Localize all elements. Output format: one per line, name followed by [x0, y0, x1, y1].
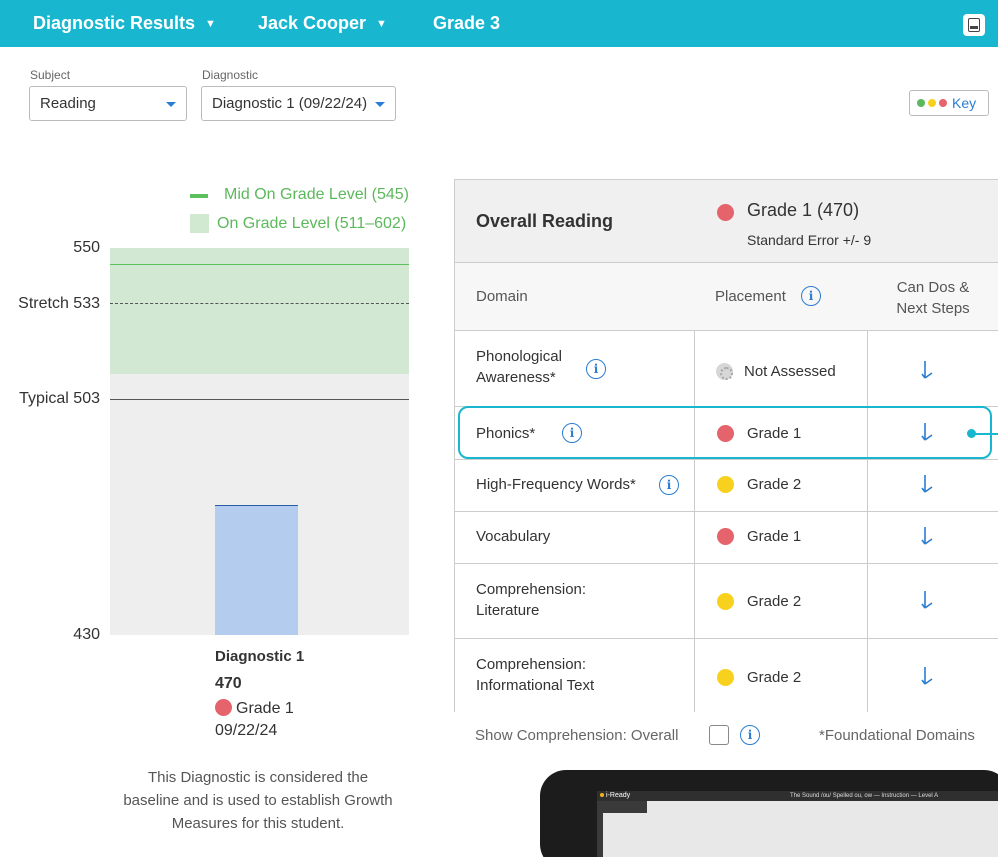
domain-line1: Phonological	[476, 348, 562, 365]
placement-value: Grade 1	[747, 528, 802, 545]
arrow-down-icon[interactable]	[921, 360, 935, 382]
legend-on-grade-swatch	[190, 214, 209, 233]
score-bar	[215, 505, 298, 635]
subject-label: Subject	[30, 68, 71, 82]
col-next-steps-line2: Next Steps	[896, 300, 970, 317]
mid-on-grade-line	[110, 264, 409, 265]
row-divider	[455, 459, 998, 460]
iready-logo: i-Ready	[600, 791, 630, 801]
table-row-domain: High-Frequency Words*	[476, 476, 636, 493]
bar-caption-date: 09/22/24	[215, 722, 278, 739]
bar-caption-name: Diagnostic 1	[215, 648, 305, 665]
table-row-domain: Comprehension: Literature	[476, 579, 586, 621]
arrow-down-icon[interactable]	[921, 666, 935, 688]
yellow-dot-icon	[928, 99, 936, 107]
y-tick-bottom: 430	[73, 626, 100, 643]
col-domain: Domain	[476, 288, 528, 305]
lesson-title: The Sound /ou/ Spelled ou, ow — Instruct…	[790, 793, 939, 799]
bar-caption-placement-text: Grade 1	[236, 700, 294, 717]
foundational-note: *Foundational Domains	[819, 727, 975, 744]
stretch-line	[110, 303, 409, 304]
grade-label: Grade 3	[433, 0, 500, 47]
y-tick-top: 550	[73, 239, 100, 256]
red-dot-icon	[215, 699, 232, 716]
report-dropdown[interactable]: Diagnostic Results ▼	[33, 0, 216, 47]
comprehension-info-icon[interactable]: i	[740, 725, 760, 745]
key-label: Key	[952, 95, 977, 111]
row-divider	[455, 563, 998, 564]
tablet-content	[603, 813, 647, 857]
green-dot-icon	[917, 99, 925, 107]
bar-caption-score: 470	[215, 675, 242, 692]
table-row-domain: Vocabulary	[476, 528, 551, 545]
domain-line2: Literature	[476, 602, 540, 619]
legend-mid-on-grade-swatch	[190, 194, 208, 198]
row-divider	[455, 511, 998, 512]
pdf-export-button[interactable]	[963, 14, 985, 36]
yellow-dot-icon	[717, 476, 734, 493]
baseline-note: This Diagnostic is considered the baseli…	[123, 769, 393, 832]
placement-value: Grade 2	[747, 593, 802, 610]
arrow-down-icon[interactable]	[921, 474, 935, 496]
col-placement: Placement	[715, 288, 786, 305]
domain-line2: Informational Text	[476, 677, 595, 694]
legend-mid-on-grade: Mid On Grade Level (545)	[224, 186, 409, 203]
arrow-down-icon[interactable]	[921, 526, 935, 548]
bar-caption-placement: Grade 1	[215, 699, 294, 718]
legend-on-grade: On Grade Level (511–602)	[217, 215, 407, 232]
diagnostic-label: Diagnostic	[202, 68, 259, 82]
red-dot-icon	[939, 99, 947, 107]
placement-info-icon[interactable]: i	[801, 286, 821, 306]
show-comprehension-checkbox[interactable]	[709, 725, 729, 745]
col-next-steps-line1: Can Dos &	[896, 279, 970, 296]
subject-select[interactable]: Reading	[29, 86, 187, 121]
placement-value: Not Assessed	[744, 363, 836, 380]
top-bar: Diagnostic Results ▼ Jack Cooper ▼ Grade…	[0, 0, 998, 47]
overall-title: Overall Reading	[476, 211, 614, 231]
domain-line1: Comprehension:	[476, 581, 587, 598]
on-grade-band	[110, 248, 409, 374]
red-dot-icon	[717, 204, 734, 221]
hfw-info-icon[interactable]: i	[659, 475, 679, 495]
typical-label: Typical 503	[19, 390, 100, 407]
callout-line	[975, 433, 998, 435]
logo-dot-icon	[600, 793, 604, 797]
domain-line1: Comprehension:	[476, 656, 587, 673]
not-assessed-icon	[716, 363, 733, 380]
show-comprehension-label: Show Comprehension: Overall	[475, 727, 679, 744]
subject-value: Reading	[40, 95, 96, 112]
student-dropdown[interactable]: Jack Cooper ▼	[258, 0, 387, 47]
diagnostic-select[interactable]: Diagnostic 1 (09/22/24)	[201, 86, 396, 121]
chevron-down-icon: ▼	[205, 17, 216, 30]
domain-line2: Awareness*	[476, 369, 556, 386]
typical-line	[110, 399, 409, 400]
table-row-domain: Phonological Awareness*	[476, 346, 562, 388]
placement-value: Grade 2	[747, 669, 802, 686]
pdf-icon	[968, 18, 980, 32]
chevron-down-icon	[375, 102, 385, 107]
iready-logo-text: i-Ready	[606, 792, 631, 799]
diagnostic-value: Diagnostic 1 (09/22/24)	[212, 95, 368, 112]
standard-error: Standard Error +/- 9	[747, 232, 872, 248]
phonics-highlight	[458, 406, 992, 459]
placement-value: Grade 2	[747, 476, 802, 493]
table-row-domain: Comprehension: Informational Text	[476, 654, 594, 696]
chevron-down-icon: ▼	[376, 17, 387, 30]
phonological-info-icon[interactable]: i	[586, 359, 606, 379]
yellow-dot-icon	[717, 669, 734, 686]
red-dot-icon	[717, 528, 734, 545]
arrow-down-icon[interactable]	[921, 590, 935, 612]
report-title: Diagnostic Results	[33, 13, 196, 33]
grade-text: Grade 3	[433, 13, 501, 33]
student-name: Jack Cooper	[258, 13, 367, 33]
col-divider	[694, 331, 695, 712]
row-divider	[455, 638, 998, 639]
overall-placement: Grade 1 (470)	[747, 200, 860, 220]
chevron-down-icon	[166, 102, 176, 107]
yellow-dot-icon	[717, 593, 734, 610]
key-button[interactable]: Key	[909, 90, 989, 116]
col-next-steps: Can Dos & Next Steps	[867, 277, 998, 319]
col-divider	[867, 331, 868, 712]
stretch-label: Stretch 533	[18, 295, 100, 312]
